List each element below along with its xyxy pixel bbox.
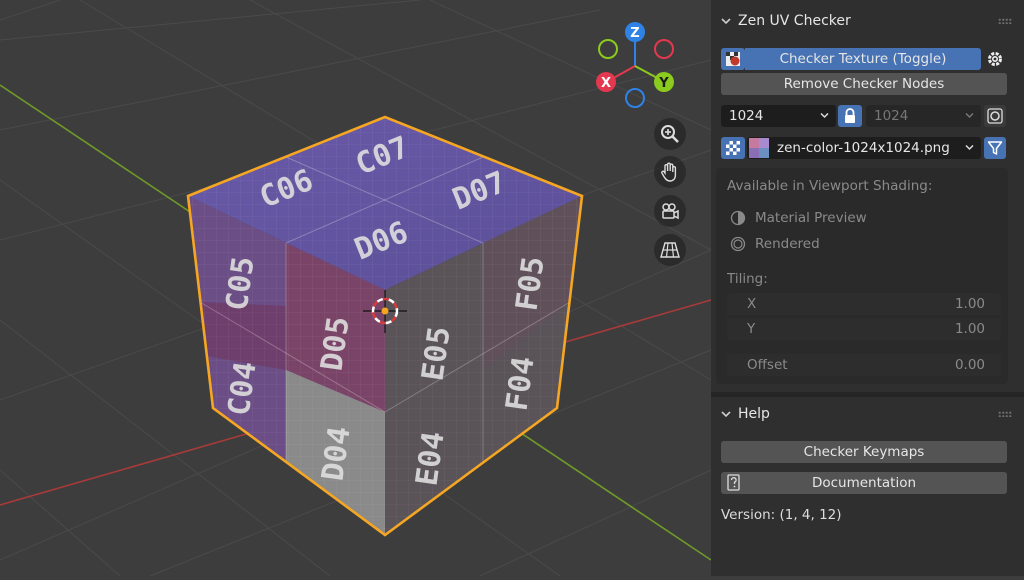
tiling-x-label: X — [747, 296, 757, 312]
tiling-x-field[interactable]: X 1.00 — [727, 293, 1001, 315]
cube-label: D05 — [314, 314, 356, 373]
camera-icon — [662, 203, 679, 220]
rendered-option[interactable]: Rendered — [730, 236, 820, 252]
checker-texture-toggle-button[interactable]: Checker Texture (Toggle) — [745, 48, 981, 70]
axis-gizmo[interactable]: Z X Y — [596, 22, 674, 108]
image-type-button[interactable] — [721, 137, 745, 159]
checker-icon — [726, 52, 740, 66]
tiling-y-field[interactable]: Y 1.00 — [727, 318, 1001, 340]
material-preview-icon — [730, 210, 746, 226]
tiling-y-label: Y — [747, 321, 756, 337]
drag-grip-icon[interactable] — [998, 411, 1012, 417]
settings-button[interactable] — [984, 48, 1006, 70]
chevron-down-icon — [721, 411, 731, 418]
documentation-button[interactable]: Documentation — [721, 472, 1007, 494]
hand-icon — [661, 162, 677, 182]
lock-icon — [845, 108, 855, 123]
circle-icon — [987, 108, 1003, 124]
version-text: Version: (1, 4, 12) — [721, 507, 842, 523]
material-preview-option[interactable]: Material Preview — [730, 210, 867, 226]
material-preview-label: Material Preview — [755, 210, 867, 226]
help-panel-title: Help — [738, 406, 770, 422]
tiling-y-value: 1.00 — [954, 321, 985, 337]
zen-panel-title: Zen UV Checker — [738, 13, 851, 29]
image-name: zen-color-1024x1024.png — [777, 140, 950, 156]
chevron-down-icon — [965, 144, 974, 151]
viewport-shading-label: Available in Viewport Shading: — [727, 178, 933, 194]
cube-label: C04 — [221, 359, 263, 418]
cube-label: F05 — [509, 254, 551, 313]
image-thumbnail-icon — [749, 138, 769, 158]
drag-grip-icon[interactable] — [998, 18, 1012, 24]
zen-panel-header[interactable]: Zen UV Checker — [711, 6, 1024, 36]
help-panel-header[interactable]: Help — [711, 399, 1024, 429]
tiling-x-value: 1.00 — [954, 296, 985, 312]
size-y-value: 1024 — [874, 108, 909, 124]
size-y-dropdown[interactable]: 1024 — [866, 105, 981, 127]
gizmo-y-label: Y — [658, 76, 669, 91]
filter-button[interactable] — [984, 137, 1006, 159]
rendered-icon — [730, 236, 746, 252]
zoom-button[interactable] — [654, 118, 686, 150]
pan-button[interactable] — [654, 156, 686, 188]
chevron-down-icon — [721, 18, 731, 25]
tiling-label: Tiling: — [727, 271, 768, 287]
camera-view-button[interactable] — [654, 195, 686, 227]
size-x-value: 1024 — [729, 108, 764, 124]
documentation-label: Documentation — [811, 475, 917, 491]
checker-pattern-icon — [726, 141, 740, 155]
ortho-toggle-button[interactable] — [654, 234, 686, 266]
rendered-label: Rendered — [755, 236, 820, 252]
size-x-dropdown[interactable]: 1024 — [721, 105, 836, 127]
offset-label: Offset — [747, 357, 788, 373]
cube-label: E04 — [409, 429, 451, 488]
cube-label: F04 — [499, 354, 541, 413]
gizmo-x-label: X — [601, 76, 611, 91]
gear-icon — [988, 52, 1002, 66]
cube-label: D04 — [315, 424, 357, 483]
offset-value: 0.00 — [954, 357, 985, 373]
cube-label: C05 — [219, 254, 261, 313]
chevron-down-icon — [820, 112, 829, 119]
checker-keymaps-button[interactable]: Checker Keymaps — [721, 441, 1007, 463]
grid-icon — [660, 242, 680, 258]
offset-field[interactable]: Offset 0.00 — [727, 354, 1001, 376]
chevron-down-icon — [965, 112, 974, 119]
remove-checker-nodes-button[interactable]: Remove Checker Nodes — [721, 73, 1007, 95]
cube-label: E05 — [415, 324, 457, 383]
filter-icon — [987, 141, 1003, 155]
gizmo-z-label: Z — [630, 26, 639, 41]
checker-toggle-icon-box[interactable] — [721, 48, 745, 70]
help-book-icon — [727, 474, 740, 491]
image-selector-dropdown[interactable]: zen-color-1024x1024.png — [747, 137, 981, 159]
reset-size-button[interactable] — [984, 105, 1006, 127]
lock-aspect-button[interactable] — [838, 105, 862, 127]
zoom-icon — [661, 125, 679, 143]
